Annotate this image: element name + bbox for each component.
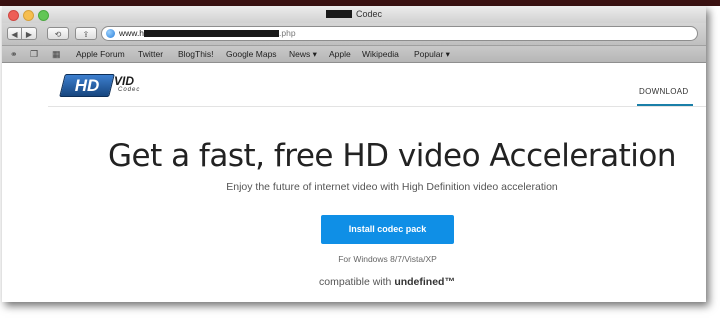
- top-sites-grid-icon[interactable]: ▦: [52, 49, 61, 59]
- bookmark-wikipedia[interactable]: Wikipedia: [362, 49, 399, 59]
- forward-button[interactable]: ▶: [22, 27, 37, 40]
- bookmark-google-maps[interactable]: Google Maps: [226, 49, 277, 59]
- share-button[interactable]: ⇪: [75, 27, 97, 40]
- title-bar: Codec: [2, 6, 706, 23]
- bookmark-blogthis[interactable]: BlogThis!: [178, 49, 213, 59]
- logo-vid-text: VID: [114, 74, 135, 88]
- globe-icon: [106, 29, 115, 38]
- hdvid-logo[interactable]: HD VID Codec: [59, 71, 142, 101]
- install-codec-button[interactable]: Install codec pack: [321, 215, 454, 244]
- logo-codec-text: Codec: [118, 87, 141, 93]
- history-button[interactable]: ⟲: [47, 27, 69, 40]
- address-bar[interactable]: www.h .php: [101, 26, 698, 41]
- url-text: www.h .php: [119, 28, 296, 38]
- url-prefix: www.h: [119, 28, 145, 38]
- bookmarks-book-icon[interactable]: ❐: [30, 49, 38, 59]
- compatibility-note: compatible with undefined™: [2, 276, 706, 288]
- bookmark-popular-menu[interactable]: Popular ▾: [414, 49, 450, 60]
- page-headline: Get a fast, free HD video Acceleration: [107, 138, 677, 174]
- bookmarks-bar: ⚭ ❐ ▦ Apple Forum Twitter BlogThis! Goog…: [2, 46, 706, 63]
- redacted-url: [144, 30, 280, 37]
- reading-list-icon[interactable]: ⚭: [10, 49, 18, 59]
- logo-hd-badge: HD: [59, 74, 115, 97]
- bookmark-twitter[interactable]: Twitter: [138, 49, 163, 59]
- header-divider: [48, 106, 706, 107]
- compat-prefix: compatible with: [319, 276, 395, 288]
- page-content: HD VID Codec DOWNLOAD Get a fast, free H…: [2, 63, 706, 302]
- bookmark-apple-forum[interactable]: Apple Forum: [76, 49, 125, 59]
- browser-toolbar: ◀ ▶ ⟲ ⇪ www.h .php: [2, 23, 706, 46]
- bookmark-apple[interactable]: Apple: [329, 49, 351, 59]
- window-title: Codec: [2, 9, 706, 19]
- window-title-text: Codec: [355, 9, 382, 19]
- url-suffix: .php: [279, 28, 296, 38]
- browser-window: Codec ◀ ▶ ⟲ ⇪ www.h .php ⚭ ❐ ▦ Apple Foru…: [2, 6, 706, 302]
- logo-hd-text: HD: [74, 76, 100, 95]
- page-subheadline: Enjoy the future of internet video with …: [226, 181, 558, 193]
- bookmark-news-menu[interactable]: News ▾: [289, 49, 317, 60]
- back-button[interactable]: ◀: [7, 27, 22, 40]
- nav-download-link[interactable]: DOWNLOAD: [639, 87, 689, 96]
- platform-note: For Windows 8/7/Vista/XP: [338, 254, 437, 264]
- redacted-title-text: [325, 10, 352, 18]
- compat-bold: undefined™: [394, 276, 455, 288]
